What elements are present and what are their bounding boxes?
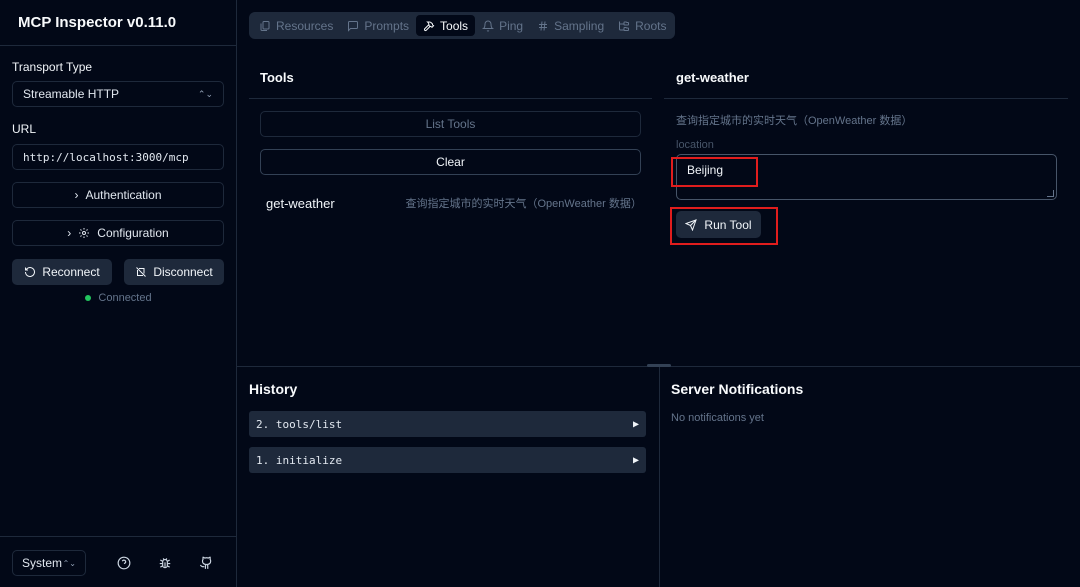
theme-value: System <box>22 556 63 570</box>
location-param-label: location <box>676 139 714 151</box>
tab-label: Prompts <box>364 18 410 33</box>
app-title: MCP Inspector v0.11.0 <box>18 14 177 31</box>
bottom-vertical-divider <box>659 367 660 587</box>
chevron-right-icon: › <box>74 188 79 202</box>
files-icon <box>260 20 270 31</box>
tab-sampling[interactable]: Sampling <box>530 15 611 36</box>
tool-name: get-weather <box>266 195 335 211</box>
tab-label: Roots <box>635 18 667 33</box>
configuration-label: Configuration <box>97 226 169 240</box>
authentication-label: Authentication <box>85 188 162 202</box>
tool-detail-divider <box>664 98 1068 99</box>
disconnect-label: Disconnect <box>153 265 213 279</box>
history-item-label: 1. initialize <box>256 453 343 467</box>
tab-bar: Resources Prompts Tools Ping Sampling Ro… <box>249 12 675 39</box>
sidebar-header: MCP Inspector v0.11.0 <box>0 0 236 46</box>
tool-detail-description: 查询指定城市的实时天气（OpenWeather 数据） <box>676 115 913 127</box>
chevron-updown-icon: ⌃⌄ <box>197 88 213 99</box>
run-tool-highlight-box <box>670 207 778 245</box>
tools-panel-divider <box>249 98 652 99</box>
clear-button[interactable]: Clear <box>260 149 641 175</box>
history-item-label: 2. tools/list <box>256 417 343 431</box>
history-item[interactable]: 2. tools/list ▶ <box>249 411 646 437</box>
sidebar: MCP Inspector v0.11.0 Transport Type Str… <box>0 0 237 587</box>
sidebar-footer: System ⌃⌄ <box>0 536 237 587</box>
tab-label: Tools <box>440 18 469 33</box>
tools-panel-title: Tools <box>260 70 294 85</box>
theme-select[interactable]: System ⌃⌄ <box>12 550 86 576</box>
transport-type-select[interactable]: Streamable HTTP ⌃⌄ <box>12 81 224 107</box>
message-square-icon <box>348 20 359 32</box>
tab-label: Ping <box>499 18 524 33</box>
url-value: http://localhost:3000/mcp <box>23 150 189 164</box>
tab-tools[interactable]: Tools <box>416 15 476 36</box>
tab-label: Resources <box>276 18 334 33</box>
disconnect-button[interactable]: Disconnect <box>124 259 224 285</box>
bell-icon <box>482 20 495 32</box>
tab-roots[interactable]: Roots <box>611 15 673 36</box>
unplug-icon <box>136 267 147 277</box>
gear-icon <box>79 228 90 238</box>
authentication-toggle[interactable]: › Authentication <box>12 182 224 208</box>
hash-icon <box>539 20 548 31</box>
reconnect-label: Reconnect <box>42 265 100 279</box>
transport-type-label: Transport Type <box>12 60 93 74</box>
status-dot <box>85 295 92 301</box>
notifications-empty-text: No notifications yet <box>671 412 764 424</box>
tab-prompts[interactable]: Prompts <box>340 15 416 36</box>
hammer-icon <box>423 20 435 31</box>
tab-label: Sampling <box>554 18 605 33</box>
server-notifications-title: Server Notifications <box>671 381 804 397</box>
tab-ping[interactable]: Ping <box>475 15 530 36</box>
history-title: History <box>249 381 298 397</box>
chevron-updown-icon: ⌃⌄ <box>62 558 76 568</box>
tool-detail-title: get-weather <box>676 70 749 85</box>
resize-handle-icon[interactable] <box>1047 190 1054 197</box>
play-icon: ▶ <box>632 418 639 430</box>
rotate-ccw-icon <box>25 267 36 277</box>
github-icon[interactable] <box>199 556 213 570</box>
list-tools-button[interactable]: List Tools <box>260 111 641 137</box>
location-highlight-box <box>671 157 758 187</box>
bug-icon[interactable] <box>158 556 172 570</box>
tab-resources[interactable]: Resources <box>252 15 340 36</box>
chevron-right-icon: › <box>67 226 72 240</box>
url-label: URL <box>12 122 37 136</box>
folder-tree-icon <box>619 21 630 31</box>
url-input[interactable]: http://localhost:3000/mcp <box>12 144 224 170</box>
configuration-toggle[interactable]: › Configuration <box>12 220 224 246</box>
status-text: Connected <box>98 292 152 304</box>
history-item[interactable]: 1. initialize ▶ <box>249 447 646 473</box>
transport-type-value: Streamable HTTP <box>23 87 120 101</box>
reconnect-button[interactable]: Reconnect <box>12 259 112 285</box>
play-icon: ▶ <box>632 454 639 466</box>
tool-description: 查询指定城市的实时天气（OpenWeather 数据） <box>405 198 642 210</box>
help-circle-icon[interactable] <box>117 556 131 570</box>
connection-status: Connected <box>0 292 237 304</box>
tool-list-item[interactable]: get-weather 查询指定城市的实时天气（OpenWeather 数据） <box>266 195 642 211</box>
